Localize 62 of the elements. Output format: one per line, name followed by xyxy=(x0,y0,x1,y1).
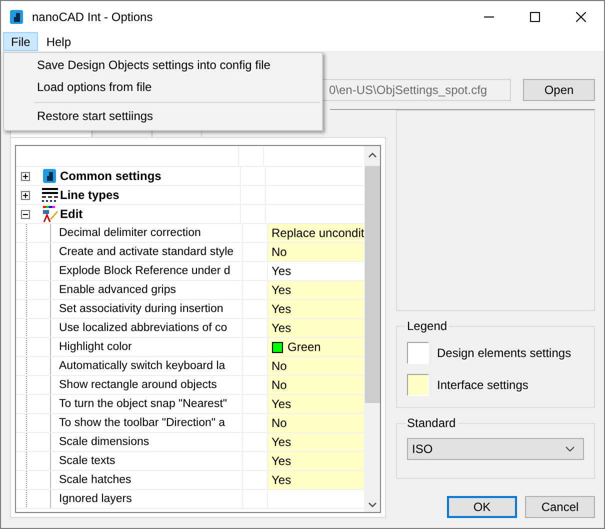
group-title: Legend xyxy=(406,319,448,333)
setting-value-cell[interactable]: Yes xyxy=(266,262,364,281)
menu-item[interactable]: Help xyxy=(38,32,80,51)
close-icon[interactable] xyxy=(576,12,586,22)
menu-item[interactable]: Load options from file xyxy=(4,77,322,99)
setting-value-cell[interactable]: Yes xyxy=(266,319,364,338)
setting-name: Set associativity during insertion xyxy=(50,300,224,318)
setting-name: Create and activate standard style xyxy=(50,243,234,261)
group-label[interactable]: Line types xyxy=(60,188,120,202)
setting-name: Automatically switch keyboard la xyxy=(50,357,226,375)
setting-name: Enable advanced grips xyxy=(50,281,176,299)
maximize-icon[interactable] xyxy=(530,12,540,22)
group-title: Standard xyxy=(406,416,457,430)
scroll-down-icon[interactable] xyxy=(368,502,376,508)
setting-value-cell[interactable] xyxy=(266,490,364,509)
setting-value-cell[interactable]: No xyxy=(266,414,364,433)
setting-value-cell[interactable]: Yes xyxy=(266,452,364,471)
group-label[interactable]: Edit xyxy=(60,207,83,221)
menu-item[interactable]: File xyxy=(3,32,38,51)
legend-label: Design elements settings xyxy=(437,346,572,360)
menu-item[interactable]: Restore start settiings xyxy=(4,106,322,128)
legend-label: Interface settings xyxy=(437,378,528,392)
expand-icon[interactable] xyxy=(21,190,30,200)
edit-pencil-icon xyxy=(42,206,58,222)
open-button[interactable]: Open xyxy=(523,79,595,101)
setting-value-cell[interactable]: Replace uncondit xyxy=(266,224,364,243)
setting-name: Use localized abbreviations of co xyxy=(50,319,228,337)
standard-dropdown[interactable]: ISO xyxy=(407,438,584,460)
window-title: nanoCAD Int - Options xyxy=(32,10,154,24)
setting-value-cell[interactable]: Yes xyxy=(266,395,364,414)
setting-value-cell[interactable]: Green xyxy=(266,338,364,357)
menu-item[interactable]: Save Design Objects settings into config file xyxy=(4,55,322,77)
app-logo-icon xyxy=(42,168,58,184)
dialog-button[interactable]: Cancel xyxy=(525,496,595,518)
chevron-down-icon xyxy=(565,446,575,452)
setting-name: Show rectangle around objects xyxy=(50,376,217,394)
setting-name: Scale hatches xyxy=(50,471,132,489)
setting-value-cell[interactable]: Yes xyxy=(266,300,364,319)
app-logo-icon xyxy=(9,8,25,24)
expand-icon[interactable] xyxy=(21,172,30,180)
config-path-field[interactable]: 0\en-US\ObjSettings_spot.cfg xyxy=(322,79,511,101)
setting-name: To show the toolbar "Direction" a xyxy=(50,414,226,432)
setting-name: Highlight color xyxy=(50,338,132,356)
scroll-thumb[interactable] xyxy=(364,166,380,403)
setting-value-cell[interactable]: No xyxy=(266,243,364,262)
group-label[interactable]: Common settings xyxy=(60,169,162,183)
collapse-icon[interactable] xyxy=(21,210,30,218)
setting-value-cell[interactable]: Yes xyxy=(266,281,364,300)
vertical-scrollbar[interactable] xyxy=(364,146,380,512)
setting-name: Scale texts xyxy=(50,452,116,470)
setting-name: Explode Block Reference under d xyxy=(50,262,230,280)
setting-name: Decimal delimiter correction xyxy=(50,224,201,242)
scroll-up-icon[interactable] xyxy=(368,152,376,158)
setting-value-cell[interactable]: No xyxy=(266,357,364,376)
setting-value-cell[interactable]: Yes xyxy=(266,433,364,452)
setting-name: Scale dimensions xyxy=(50,433,150,451)
line-types-icon xyxy=(42,187,58,203)
dialog-button[interactable]: OK xyxy=(447,496,517,518)
setting-value-cell[interactable]: Yes xyxy=(266,471,364,490)
setting-name: To turn the object snap "Nearest" xyxy=(50,395,227,413)
setting-value-cell[interactable]: No xyxy=(266,376,364,395)
setting-name: Ignored layers xyxy=(50,490,132,508)
